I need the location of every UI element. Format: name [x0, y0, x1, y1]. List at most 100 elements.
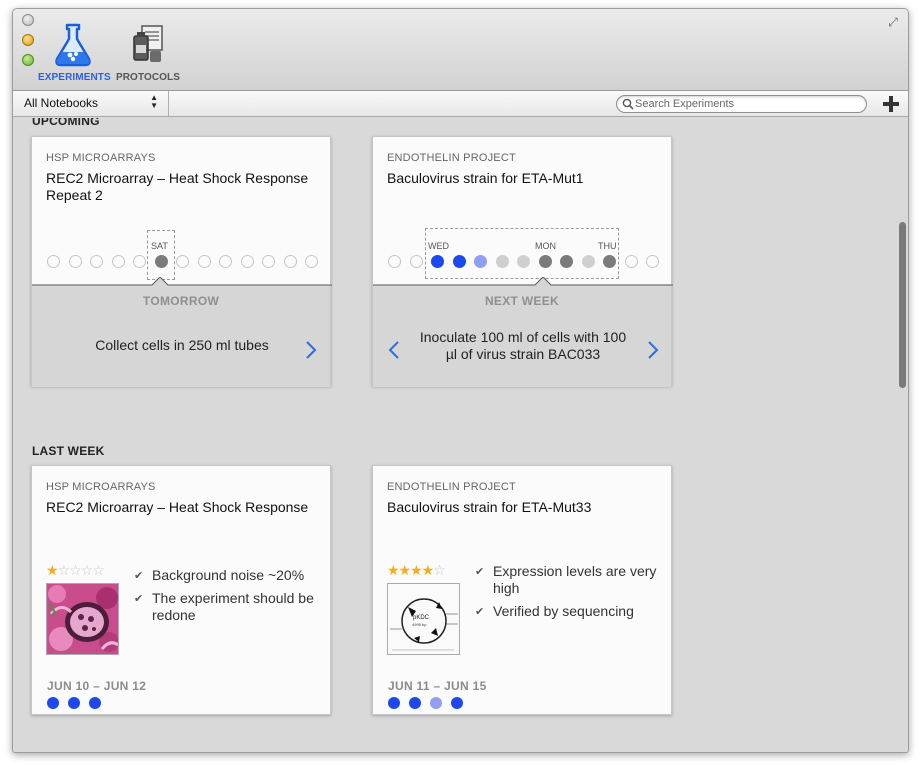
- rating-stars[interactable]: ★★★★☆: [387, 562, 446, 579]
- timeline-pointer: [373, 277, 673, 286]
- timeline-dot: [581, 255, 595, 268]
- card-project: ENDOTHELIN PROJECT: [387, 152, 516, 164]
- timeline-dot: [624, 255, 638, 268]
- result-note: ✔ The experiment should be redone: [134, 590, 314, 623]
- upcoming-card[interactable]: ENDOTHELIN PROJECT Baculovirus strain fo…: [372, 136, 673, 387]
- timeline-dot: [176, 255, 189, 268]
- result-notes: ✔ Background noise ~20% ✔ The experiment s…: [134, 567, 324, 630]
- microscopy-thumbnail[interactable]: [46, 583, 119, 655]
- past-experiment-card[interactable]: ENDOTHELIN PROJECT Baculovirus strain fo…: [372, 465, 672, 715]
- date-range: JUN 10 – JUN 12: [47, 679, 147, 693]
- date-range: JUN 11 – JUN 15: [388, 679, 487, 693]
- day-label: SAT: [151, 241, 168, 251]
- day-label: MON: [535, 241, 556, 251]
- experiment-list: UPCOMING HSP MICROARRAYS REC2 Microarray…: [13, 118, 898, 752]
- card-project: ENDOTHELIN PROJECT: [387, 481, 516, 493]
- timeline-dot: [538, 255, 552, 268]
- search-icon: [622, 98, 634, 110]
- card-project: HSP MICROARRAYS: [46, 481, 156, 493]
- card-title: Baculovirus strain for ETA-Mut33: [387, 499, 592, 515]
- card-step: Collect cells in 250 ml tubes: [95, 337, 269, 353]
- past-experiment-card[interactable]: HSP MICROARRAYS REC2 Microarray – Heat S…: [31, 465, 331, 715]
- timeline-dot: [451, 697, 463, 709]
- flask-icon: [53, 23, 93, 67]
- search-input[interactable]: [635, 97, 860, 111]
- timeline-dot: [388, 697, 400, 709]
- result-note: ✔ Expression levels are very high: [475, 563, 657, 596]
- close-window-button[interactable]: [22, 14, 34, 26]
- card-next-step: TOMORROW Collect cells in 250 ml tubes: [32, 277, 332, 387]
- check-icon: ✔: [475, 566, 485, 578]
- timeline-dot: [111, 255, 125, 268]
- timeline-dot: [646, 255, 659, 268]
- star-filled-icon: ★: [46, 562, 59, 578]
- timeline-dot: [560, 255, 573, 268]
- protocols-label: PROTOCOLS: [115, 72, 181, 83]
- timeline-dot: [409, 697, 421, 709]
- search-field[interactable]: [616, 95, 867, 113]
- card-when: NEXT WEEK: [484, 294, 560, 308]
- notebook-select-value: All Notebooks: [24, 96, 99, 110]
- vertical-scrollbar[interactable]: [897, 118, 908, 752]
- timeline-dot: [133, 255, 146, 268]
- week-highlight: [425, 228, 619, 279]
- card-when: TOMORROW: [142, 294, 220, 308]
- scrollbar-thumb[interactable]: [899, 222, 906, 388]
- card-step: Inoculate 100 ml of cells with 100 µl of…: [419, 329, 627, 362]
- section-last-week-title: LAST WEEK: [32, 444, 105, 458]
- protocols-toolbar-button[interactable]: PROTOCOLS: [113, 23, 183, 83]
- star-empty-icon: ☆: [433, 562, 446, 578]
- notebook-select[interactable]: All Notebooks ▲ ▼: [13, 91, 169, 116]
- card-title: Baculovirus strain for ETA-Mut1: [387, 170, 584, 186]
- timeline-dot: [430, 697, 442, 709]
- timeline-dot: [431, 255, 444, 268]
- plasmid-map-thumbnail[interactable]: pKDC 4995 bp: [387, 583, 460, 655]
- protocols-icon: [128, 23, 168, 67]
- timeline-dot: [47, 697, 59, 709]
- fullscreen-icon[interactable]: ⤢: [886, 15, 900, 29]
- timeline-dot: [68, 697, 80, 709]
- next-step-arrow-icon[interactable]: [304, 340, 318, 360]
- add-experiment-icon[interactable]: [881, 94, 901, 114]
- minimize-window-button[interactable]: [22, 34, 34, 46]
- card-title: REC2 Microarray – Heat Shock Response: [46, 499, 309, 515]
- toolbar: ⤢ EXPERIMENTS PROTOCOLS: [13, 9, 908, 91]
- check-icon: ✔: [134, 593, 144, 605]
- card-next-step: NEXT WEEK Inoculate 100 ml of cells with…: [373, 277, 673, 387]
- result-note: ✔ Background noise ~20%: [134, 567, 305, 583]
- experiments-label: EXPERIMENTS: [38, 72, 111, 83]
- timeline-dot: [603, 255, 616, 268]
- card-title: REC2 Microarray – Heat Shock Response Re…: [46, 170, 309, 203]
- previous-step-arrow-icon[interactable]: [387, 340, 401, 360]
- timeline-dot: [197, 255, 211, 268]
- zoom-window-button[interactable]: [22, 54, 34, 66]
- timeline-dot: [90, 255, 103, 268]
- check-icon: ✔: [134, 570, 144, 582]
- timeline-pointer: [32, 277, 332, 286]
- next-step-arrow-icon[interactable]: [646, 340, 660, 360]
- plasmid-size-label: 4995 bp: [412, 622, 427, 627]
- timeline-dot: [262, 255, 275, 268]
- experiments-toolbar-button[interactable]: EXPERIMENTS: [38, 23, 111, 83]
- day-label: WED: [428, 241, 449, 251]
- rating-stars[interactable]: ★☆☆☆☆: [46, 562, 105, 579]
- upcoming-card[interactable]: HSP MICROARRAYS REC2 Microarray – Heat S…: [31, 136, 332, 387]
- section-upcoming-title: UPCOMING: [32, 118, 100, 128]
- day-label: THU: [598, 241, 617, 251]
- timeline-dot: [240, 255, 254, 268]
- timeline-dot: [388, 255, 401, 268]
- timeline-dot: [219, 255, 232, 268]
- select-arrows-icon: ▲ ▼: [150, 93, 158, 110]
- app-window: ⤢ EXPERIMENTS PROTOCOLS All Notebooks ▲ …: [12, 8, 909, 753]
- timeline-dot: [89, 697, 101, 709]
- timeline-dot: [495, 255, 509, 268]
- timeline-dot: [474, 255, 487, 268]
- timeline-dot: [283, 255, 297, 268]
- timeline-dot: [154, 255, 168, 268]
- timeline-dot: [452, 255, 466, 268]
- filter-bar: All Notebooks ▲ ▼: [13, 91, 908, 117]
- timeline-dot: [47, 255, 60, 268]
- timeline-dot: [517, 255, 530, 268]
- timeline-dot: [305, 255, 318, 268]
- check-icon: ✔: [475, 606, 485, 618]
